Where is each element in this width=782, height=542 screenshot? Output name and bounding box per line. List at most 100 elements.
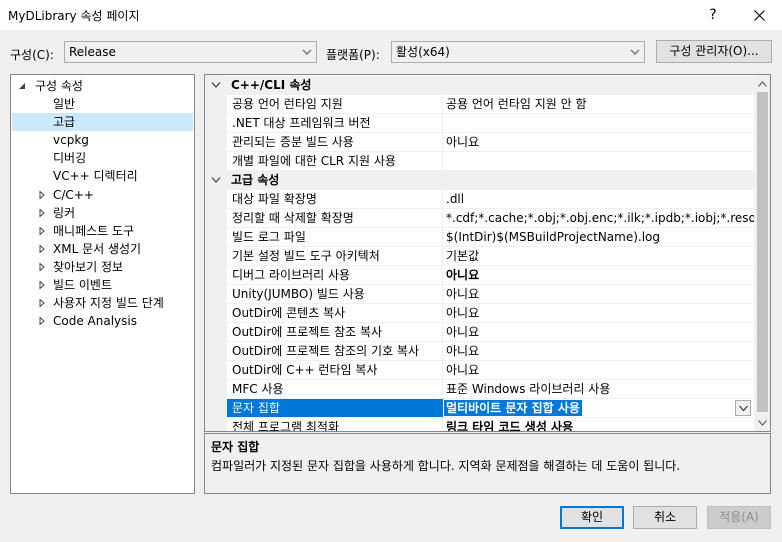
- property-value: 아니요: [446, 344, 480, 358]
- property-row[interactable]: 개별 파일에 대한 CLR 지원 사용: [227, 152, 754, 171]
- property-name: 디버그 라이브러리 사용: [232, 268, 351, 282]
- property-row[interactable]: 빌드 로그 파일 $(IntDir)$(MSBuildProjectName).l…: [227, 228, 754, 247]
- property-name: OutDir에 콘텐츠 복사: [232, 306, 346, 320]
- property-grid[interactable]: C++/CLI 속성 공용 언어 런타임 지원 공용 언어 런타임 지원 안 함 …: [204, 74, 771, 432]
- tree-item-config-props[interactable]: 구성 속성: [17, 77, 194, 95]
- property-value: 기본값: [446, 249, 480, 263]
- property-row[interactable]: 정리할 때 삭제할 확장명 *.cdf;*.cache;*.obj;*.obj.e…: [227, 209, 754, 228]
- collapsed-arrow-icon[interactable]: [37, 204, 47, 222]
- property-row[interactable]: 관리되는 증분 빌드 사용 아니요: [227, 133, 754, 152]
- tree-item-custom-build-step[interactable]: 사용자 지정 빌드 단계: [37, 294, 187, 312]
- tree-item-vcpkg[interactable]: vcpkg: [53, 131, 89, 149]
- collapsed-arrow-icon[interactable]: [37, 312, 47, 330]
- tree-item-browse-info[interactable]: 찾아보기 정보: [37, 258, 187, 276]
- collapsed-arrow-icon[interactable]: [37, 186, 47, 204]
- apply-button[interactable]: 적용(A): [707, 506, 771, 529]
- platform-label: 플랫폼(P):: [326, 48, 380, 62]
- expanded-arrow-icon[interactable]: [17, 77, 27, 95]
- config-manager-button[interactable]: 구성 관리자(O)...: [656, 40, 772, 63]
- property-value: 공용 언어 런타임 지원 안 함: [446, 97, 587, 111]
- tree-item-label: 링커: [53, 206, 76, 220]
- platform-select-value: 활성(x64): [396, 45, 450, 59]
- property-row[interactable]: MFC 사용 표준 Windows 라이브러리 사용: [227, 380, 754, 399]
- tree-item-label: 찾아보기 정보: [53, 260, 124, 274]
- tree-item-vc-directories[interactable]: VC++ 디렉터리: [53, 167, 138, 185]
- category-cpp-cli[interactable]: C++/CLI 속성: [205, 76, 754, 95]
- collapse-category-icon[interactable]: [211, 81, 221, 89]
- category-label: 고급 속성: [231, 173, 280, 187]
- property-name: 공용 언어 런타임 지원: [232, 97, 343, 111]
- property-value: 아니요: [446, 306, 480, 320]
- tree-item-code-analysis[interactable]: Code Analysis: [37, 312, 187, 330]
- collapse-category-icon[interactable]: [211, 176, 221, 184]
- tree-item-general[interactable]: 일반: [53, 95, 75, 113]
- category-tree[interactable]: 구성 속성 일반 고급 vcpkg 디버깅 VC++ 디렉터리 C/C++ 링커…: [10, 74, 195, 494]
- tree-item-label: 빌드 이벤트: [53, 278, 113, 292]
- config-select[interactable]: Release: [64, 41, 317, 63]
- title-bar: MyDLibrary 속성 페이지 ?: [0, 0, 782, 30]
- scroll-up-button[interactable]: [754, 75, 770, 92]
- property-row[interactable]: .NET 대상 프레임워크 버전: [227, 114, 754, 133]
- property-row[interactable]: Unity(JUMBO) 빌드 사용 아니요: [227, 285, 754, 304]
- property-value: .dll: [446, 192, 465, 206]
- scroll-thumb[interactable]: [757, 92, 768, 412]
- tree-item-label: 매니페스트 도구: [53, 224, 135, 238]
- platform-select[interactable]: 활성(x64): [391, 41, 645, 63]
- collapsed-arrow-icon[interactable]: [37, 258, 47, 276]
- close-button[interactable]: [736, 0, 782, 30]
- property-value: 표준 Windows 라이브러리 사용: [446, 382, 611, 396]
- tree-item-manifest-tool[interactable]: 매니페스트 도구: [37, 222, 187, 240]
- category-label: C++/CLI 속성: [231, 78, 312, 92]
- property-name: OutDir에 C++ 런타임 복사: [232, 363, 378, 377]
- property-name: 빌드 로그 파일: [232, 230, 306, 244]
- tree-item-cpp[interactable]: C/C++: [37, 186, 187, 204]
- property-row[interactable]: 디버그 라이브러리 사용 아니요: [227, 266, 754, 285]
- property-row[interactable]: 기본 설정 빌드 도구 아키텍처 기본값: [227, 247, 754, 266]
- help-button[interactable]: ?: [690, 0, 736, 30]
- vertical-scrollbar[interactable]: [754, 75, 770, 431]
- property-name: MFC 사용: [232, 382, 284, 396]
- property-row-selected[interactable]: 문자 집합 멀티바이트 문자 집합 사용: [227, 399, 754, 418]
- window-title: MyDLibrary 속성 페이지: [8, 9, 140, 23]
- property-name: 전체 프로그램 최적화: [232, 420, 339, 431]
- property-row[interactable]: 대상 파일 확장명 .dll: [227, 190, 754, 209]
- property-name: 기본 설정 빌드 도구 아키텍처: [232, 249, 380, 263]
- value-dropdown-button[interactable]: [735, 400, 751, 416]
- config-label: 구성(C):: [10, 48, 54, 62]
- tree-item-debugging[interactable]: 디버깅: [53, 149, 86, 167]
- property-name: 개별 파일에 대한 CLR 지원 사용: [232, 154, 396, 168]
- collapsed-arrow-icon[interactable]: [37, 294, 47, 312]
- tree-item-label: XML 문서 생성기: [53, 242, 142, 256]
- chevron-down-icon: [739, 405, 748, 412]
- property-row[interactable]: OutDir에 프로젝트 참조 복사 아니요: [227, 323, 754, 342]
- property-value: 아니요: [446, 287, 480, 301]
- tree-item-label: 구성 속성: [35, 79, 83, 93]
- property-row[interactable]: 전체 프로그램 최적화 링크 타임 코드 생성 사용: [227, 418, 754, 431]
- cancel-button[interactable]: 취소: [633, 506, 697, 529]
- tree-item-advanced[interactable]: 고급: [12, 113, 193, 131]
- property-row[interactable]: OutDir에 C++ 런타임 복사 아니요: [227, 361, 754, 380]
- property-name: 대상 파일 확장명: [232, 192, 317, 206]
- tree-item-xml-doc-generator[interactable]: XML 문서 생성기: [37, 240, 187, 258]
- category-advanced-props[interactable]: 고급 속성: [205, 171, 754, 190]
- property-row[interactable]: 공용 언어 런타임 지원 공용 언어 런타임 지원 안 함: [227, 95, 754, 114]
- chevron-down-icon: [630, 49, 640, 55]
- scroll-down-button[interactable]: [754, 414, 770, 431]
- property-value: *.cdf;*.cache;*.obj;*.obj.enc;*.ilk;*.ip…: [446, 211, 754, 225]
- description-title: 문자 집합: [211, 440, 260, 454]
- property-name: 문자 집합: [232, 401, 280, 415]
- collapsed-arrow-icon[interactable]: [37, 222, 47, 240]
- property-row[interactable]: OutDir에 프로젝트 참조의 기호 복사 아니요: [227, 342, 754, 361]
- property-name: OutDir에 프로젝트 참조의 기호 복사: [232, 344, 420, 358]
- collapsed-arrow-icon[interactable]: [37, 240, 47, 258]
- description-panel: 문자 집합 컴파일러가 지정된 문자 집합을 사용하게 합니다. 지역화 문제점…: [204, 433, 771, 494]
- property-name: 관리되는 증분 빌드 사용: [232, 135, 354, 149]
- tree-item-build-events[interactable]: 빌드 이벤트: [37, 276, 187, 294]
- ok-button[interactable]: 확인: [560, 506, 624, 529]
- config-select-value: Release: [69, 45, 116, 59]
- tree-item-linker[interactable]: 링커: [37, 204, 187, 222]
- property-row[interactable]: OutDir에 콘텐츠 복사 아니요: [227, 304, 754, 323]
- property-name: .NET 대상 프레임워크 버전: [232, 116, 371, 130]
- description-text: 컴파일러가 지정된 문자 집합을 사용하게 합니다. 지역화 문제점을 해결하는…: [211, 459, 681, 473]
- collapsed-arrow-icon[interactable]: [37, 276, 47, 294]
